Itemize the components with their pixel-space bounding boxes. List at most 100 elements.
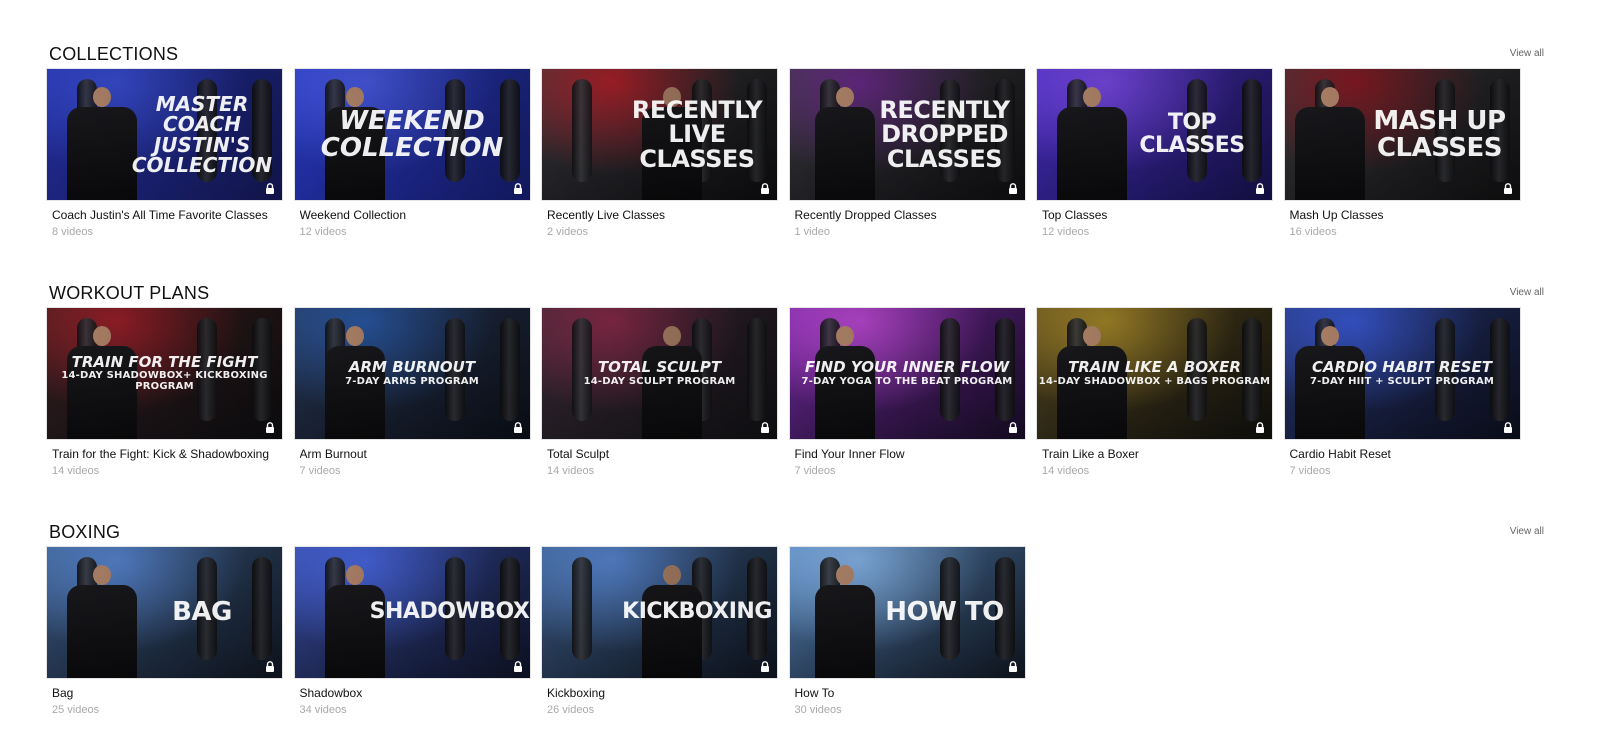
thumbnail-title-line: CLASSES [1376,132,1503,163]
video-collection-card[interactable]: TOP CLASSES Top Classes 12 videos [1036,68,1273,238]
thumbnail-title-line: ARM BURNOUT [348,358,476,377]
thumbnail-title-line: TOP CLASSES [1139,110,1245,158]
card-video-count: 14 videos [52,465,100,477]
lock-icon [1256,422,1264,433]
card-thumbnail[interactable]: MASH UP CLASSES [1283,68,1521,201]
video-collection-card[interactable]: SHADOWBOX Shadowbox 34 videos [293,546,531,716]
lock-icon [1008,422,1017,433]
card-thumbnail[interactable]: TOTAL SCULPT 14-DAY SCULPT PROGRAM [541,307,778,440]
card-video-count: 14 videos [1042,465,1090,477]
thumbnail-title-text: WEEKEND COLLECTION [295,69,530,200]
card-title[interactable]: Weekend Collection [300,208,531,222]
card-title[interactable]: Cardio Habit Reset [1290,447,1521,461]
thumbnail-subtitle: 14-DAY SHADOWBOX+ KICKBOXING PROGRAM [61,370,268,392]
card-title[interactable]: Bag [52,686,283,700]
card-video-count: 14 videos [547,465,595,477]
video-collection-card[interactable]: MASTER COACH JUSTIN'S COLLECTION Coach Justi… [46,68,283,238]
video-collection-card[interactable]: RECENTLY DROPPED CLASSES Recently Dropped C… [788,68,1026,238]
thumbnail-title-line: RECENTLY [631,95,763,124]
thumbnail-title-line: KICKBOXING [622,599,772,625]
lock-icon [513,661,522,672]
thumbnail-title-line: WEEKEND [339,105,485,136]
card-title[interactable]: Arm Burnout [300,447,531,461]
thumbnail-title-line: CLASSES [886,144,1003,173]
card-title[interactable]: How To [795,686,1026,700]
thumbnail-title-text: ARM BURNOUT 7-DAY ARMS PROGRAM [295,308,530,439]
card-thumbnail[interactable]: RECENTLY LIVE CLASSES [541,68,778,201]
lock-icon [761,661,769,672]
thumbnail-title-text: MASH UP CLASSES [1370,69,1510,200]
section-collections: COLLECTIONS View all MASTER COACH JUSTIN'S CO… [0,44,1600,254]
video-collection-card[interactable]: CARDIO HABIT RESET 7-DAY HIIT + SCULPT PR… [1283,307,1521,477]
thumbnail-title-line: CLASSES [639,144,755,173]
section-title: WORKOUT PLANS [49,283,210,303]
view-all-link[interactable]: View all [1510,287,1544,298]
card-thumbnail[interactable]: TRAIN LIKE A BOXER 14-DAY SHADOWBOX + BAG… [1036,307,1273,440]
card-row: BAG Bag 25 videos SHADOWBOX Shadowbox 34 vide… [46,546,1600,726]
view-all-link[interactable]: View all [1510,48,1544,59]
lock-icon [266,661,274,672]
lock-icon [266,183,274,194]
lock-icon [1503,183,1512,194]
thumbnail-title-line: COLLECTION [131,152,273,177]
video-collection-card[interactable]: TOTAL SCULPT 14-DAY SCULPT PROGRAM Total S… [541,307,778,477]
card-video-count: 7 videos [299,465,341,477]
thumbnail-title-text: MASTER COACH JUSTIN'S COLLECTION [132,69,272,200]
card-video-count: 30 videos [794,704,842,716]
card-thumbnail[interactable]: TOP CLASSES [1036,68,1273,201]
card-thumbnail[interactable]: RECENTLY DROPPED CLASSES [788,68,1026,201]
video-collection-card[interactable]: TRAIN FOR THE FIGHT 14-DAY SHADOWBOX+ KIC… [46,307,283,477]
thumbnail-title-line: SHADOWBOX [369,599,530,625]
card-title[interactable]: Total Sculpt [547,447,778,461]
video-collection-card[interactable]: KICKBOXING Kickboxing 26 videos [541,546,778,716]
card-video-count: 2 videos [547,226,588,238]
card-title[interactable]: Recently Dropped Classes [795,208,1026,222]
lock-icon [1008,183,1017,194]
card-thumbnail[interactable]: MASTER COACH JUSTIN'S COLLECTION [46,68,283,201]
lock-icon [266,422,274,433]
card-thumbnail[interactable]: ARM BURNOUT 7-DAY ARMS PROGRAM [293,307,531,440]
thumbnail-title-text: RECENTLY DROPPED CLASSES [875,69,1015,200]
thumbnail-title-text: HOW TO [875,547,1015,678]
view-all-link[interactable]: View all [1510,526,1544,537]
card-title[interactable]: Train Like a Boxer [1042,447,1273,461]
card-thumbnail[interactable]: WEEKEND COLLECTION [293,68,531,201]
card-title[interactable]: Kickboxing [547,686,778,700]
thumbnail-title-text: KICKBOXING [622,547,772,678]
card-title[interactable]: Top Classes [1042,208,1273,222]
section-workout-plans: WORKOUT PLANS View all TRAIN FOR THE FIGHT… [0,283,1600,493]
card-thumbnail[interactable]: BAG [46,546,283,679]
video-collection-card[interactable]: MASH UP CLASSES Mash Up Classes 16 videos [1283,68,1521,238]
section-header: COLLECTIONS View all [49,44,1544,68]
thumbnail-title-text: TRAIN FOR THE FIGHT 14-DAY SHADOWBOX+ KIC… [47,308,282,439]
video-collection-card[interactable]: BAG Bag 25 videos [46,546,283,716]
video-collection-card[interactable]: HOW TO How To 30 videos [788,546,1026,716]
thumbnail-subtitle: 7-DAY ARMS PROGRAM [345,375,479,387]
thumbnail-title-line: TOTAL SCULPT [597,358,722,377]
section-boxing: BOXING View all BAG Bag 25 videos SHADOWBOX Sh… [0,522,1600,732]
video-collection-card[interactable]: FIND YOUR INNER FLOW 7-DAY YOGA TO THE BE… [788,307,1026,477]
video-collection-card[interactable]: RECENTLY LIVE CLASSES Recently Live Classes… [541,68,778,238]
card-thumbnail[interactable]: SHADOWBOX [293,546,531,679]
card-title[interactable]: Recently Live Classes [547,208,778,222]
card-thumbnail[interactable]: CARDIO HABIT RESET 7-DAY HIIT + SCULPT PR… [1283,307,1521,440]
thumbnail-title-line: CARDIO HABIT RESET [1312,358,1492,377]
card-title[interactable]: Train for the Fight: Kick & Shadowboxing [52,447,283,461]
thumbnail-title-text: RECENTLY LIVE CLASSES [627,69,767,200]
card-title[interactable]: Find Your Inner Flow [795,447,1026,461]
card-title[interactable]: Coach Justin's All Time Favorite Classes [52,208,283,222]
card-title[interactable]: Shadowbox [300,686,531,700]
lock-icon [513,183,522,194]
card-thumbnail[interactable]: KICKBOXING [541,546,778,679]
thumbnail-title-line: HOW TO [885,597,1004,628]
video-collection-card[interactable]: ARM BURNOUT 7-DAY ARMS PROGRAM Arm Burnout… [293,307,531,477]
thumbnail-title-line: FIND YOUR INNER FLOW [804,358,1010,377]
thumbnail-title-line: COACH [163,112,241,137]
card-thumbnail[interactable]: FIND YOUR INNER FLOW 7-DAY YOGA TO THE BE… [788,307,1026,440]
video-collection-card[interactable]: TRAIN LIKE A BOXER 14-DAY SHADOWBOX + BAG… [1036,307,1273,477]
lock-icon [1008,661,1017,672]
card-title[interactable]: Mash Up Classes [1290,208,1521,222]
video-collection-card[interactable]: WEEKEND COLLECTION Weekend Collection 12 vi… [293,68,531,238]
card-thumbnail[interactable]: TRAIN FOR THE FIGHT 14-DAY SHADOWBOX+ KIC… [46,307,283,440]
card-thumbnail[interactable]: HOW TO [788,546,1026,679]
